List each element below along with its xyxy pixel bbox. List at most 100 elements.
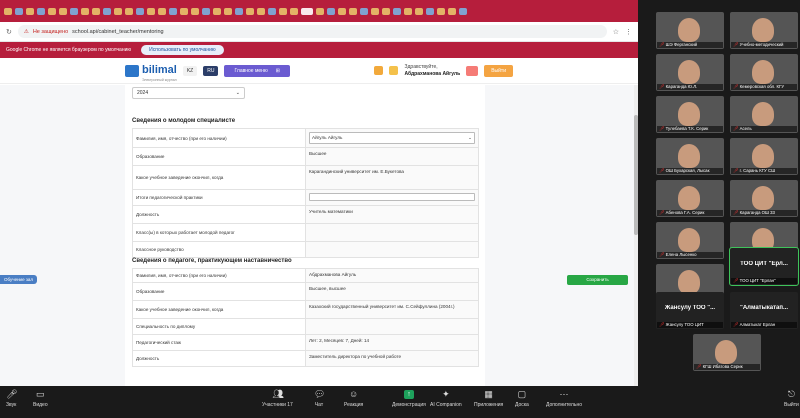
lang-ru-button[interactable]: RU (203, 65, 219, 76)
message-icon[interactable] (389, 66, 399, 75)
leave-label: Выйти (784, 402, 799, 408)
tab-icon[interactable] (92, 7, 100, 15)
tab-icon[interactable] (415, 7, 423, 15)
main-menu-button[interactable]: Главное меню ⊞ (224, 64, 290, 77)
tab-icon[interactable] (114, 7, 122, 15)
page-scrollbar[interactable] (634, 85, 638, 386)
url-field[interactable]: ⚠ Не защищено school.api/cabinet_teacher… (17, 25, 607, 38)
tab-icon[interactable] (371, 7, 379, 15)
participant-tile[interactable]: 🎤︎ КГШ Ибатова Серик (693, 334, 761, 371)
chat-button[interactable]: 💬︎ Чат (314, 390, 325, 409)
tab-icon[interactable] (81, 7, 89, 15)
active-tab[interactable] (301, 7, 313, 15)
tab-icon[interactable] (257, 7, 265, 15)
tab-icon[interactable] (437, 7, 445, 15)
participant-name: 🎤︎ Елена Лысенко (657, 252, 723, 258)
tab-icon[interactable] (59, 7, 67, 15)
tab-icon[interactable] (448, 7, 456, 15)
tab-icon[interactable] (48, 7, 56, 15)
tab-icon[interactable] (338, 7, 346, 15)
participant-tile[interactable]: 🎤︎ ШЭ Ферганский (656, 12, 724, 49)
tab-icon[interactable] (404, 7, 412, 15)
video-button[interactable]: ▭ Видео (33, 390, 48, 409)
reload-icon[interactable]: ↻ (6, 28, 12, 36)
notification-icon[interactable] (374, 66, 384, 75)
more-button[interactable]: ⋯ Дополнительно (546, 390, 582, 409)
participant-name: 🎤︎ ШЭ Ферганский (657, 42, 723, 48)
tab-icon[interactable] (426, 7, 434, 15)
browser-tab-strip (0, 0, 638, 22)
year-select[interactable]: 2024 ⌄ (132, 87, 245, 99)
participant-tile[interactable]: 🎤︎ Кемеровская обл. КГУ (730, 54, 798, 91)
left-side-badge[interactable]: Обучение зал (0, 275, 38, 284)
notice-text: Google Chrome не является браузером по у… (6, 47, 132, 53)
menu-dots-icon[interactable]: ⋮ (625, 28, 632, 36)
ai-companion-button[interactable]: ✦ AI Companion (430, 390, 462, 409)
tab-icon[interactable] (459, 7, 467, 15)
tab-icon[interactable] (268, 7, 276, 15)
tab-icon[interactable] (393, 7, 401, 15)
set-default-button[interactable]: Использовать по умолчанию (141, 45, 224, 55)
star-icon[interactable]: ☆ (613, 28, 619, 36)
participant-tile[interactable]: 🎤︎ Караганда Ю.Л. (656, 54, 724, 91)
tab-icon[interactable] (37, 7, 45, 15)
tab-icon[interactable] (125, 7, 133, 15)
tab-icon[interactable] (360, 7, 368, 15)
fio-select[interactable]: Айгуль Айгуль ⌄ (309, 132, 475, 144)
tab-icon[interactable] (70, 7, 78, 15)
tab-icon[interactable] (202, 7, 210, 15)
participant-name: 🎤︎ Алматыкат Ерлан (731, 322, 797, 328)
practice-results-input[interactable] (309, 193, 475, 201)
apps-button[interactable]: ▦ Приложения (474, 390, 503, 409)
logout-button[interactable]: Выйти (484, 64, 513, 77)
participant-tile[interactable]: 🎤︎ Караганда ОШ 33 (730, 180, 798, 217)
participant-name: 🎤︎ Тулебаева Т.К. Серик (657, 126, 723, 132)
participant-tile[interactable]: "Алматыкатап... 🎤︎ Алматыкат Ерлан (730, 292, 798, 329)
audio-button[interactable]: 🎤︎ Звук (6, 390, 18, 409)
tab-icon[interactable] (15, 7, 23, 15)
tab-icon[interactable] (235, 7, 243, 15)
participant-tile[interactable]: 🎤︎ ОШ Бухарская, Лысак (656, 138, 724, 175)
participant-tile[interactable]: 🎤︎ г. Сарань КГУ СШ (730, 138, 798, 175)
save-button[interactable]: Сохранить (567, 275, 628, 285)
tab-icon[interactable] (349, 7, 357, 15)
avatar[interactable] (466, 65, 479, 76)
participant-tile[interactable]: 🎤︎ Тулебаева Т.К. Серик (656, 96, 724, 133)
tab-icon[interactable] (246, 7, 254, 15)
tab-icon[interactable] (147, 7, 155, 15)
table-row: Должность Заместитель директора по учебн… (132, 350, 479, 367)
tab-icon[interactable] (290, 7, 298, 15)
bilimal-logo[interactable]: bilimal Электронный журнал (125, 60, 177, 82)
participant-tile[interactable]: 🎤︎ Елена Лысенко (656, 222, 724, 259)
participant-tile[interactable]: 🎤︎ Асель (730, 96, 798, 133)
participant-name: 🎤︎ г. Сарань КГУ СШ (731, 168, 797, 174)
tab-icon[interactable] (169, 7, 177, 15)
scrollbar-thumb[interactable] (634, 115, 638, 235)
field-value: Айгуль Айгуль ⌄ (305, 128, 479, 148)
react-button[interactable]: ☺ Реакция (344, 390, 363, 409)
tab-icon[interactable] (316, 7, 324, 15)
tab-icon[interactable] (327, 7, 335, 15)
tab-icon[interactable] (224, 7, 232, 15)
tab-icon[interactable] (180, 7, 188, 15)
share-screen-button[interactable]: ↑ Демонстрация (392, 390, 426, 408)
tab-icon[interactable] (103, 7, 111, 15)
tab-icon[interactable] (158, 7, 166, 15)
tab-icon[interactable] (279, 7, 287, 15)
lang-kz-button[interactable]: KZ (182, 65, 198, 76)
participant-tile-active-speaker[interactable]: ТОО ЦИТ "Ерл... 🎤︎ ТОО ЦИТ "Ерлан" (729, 247, 799, 286)
participant-tile[interactable]: 🎤︎ Учебно-методический (730, 12, 798, 49)
tab-icon[interactable] (191, 7, 199, 15)
participant-tile[interactable]: Жансулу ТОО "... 🎤︎ Жансулу ТОО ЦИТ (656, 292, 724, 329)
tab-icon[interactable] (4, 7, 12, 15)
leave-button[interactable]: ⎋ Выйти (784, 390, 799, 409)
whiteboard-button[interactable]: ▢ Доска (515, 390, 529, 409)
tab-icon[interactable] (213, 7, 221, 15)
app-header: bilimal Электронный журнал KZ RU Главное… (0, 58, 638, 84)
tab-icon[interactable] (26, 7, 34, 15)
tab-icon[interactable] (136, 7, 144, 15)
participants-button[interactable]: 👥︎ Участники 17 (262, 390, 293, 409)
user-block[interactable]: Здравствуйте, Абдрахманова Айгуль (404, 64, 460, 77)
participant-tile[interactable]: 🎤︎ Абенова Г.А. Серик (656, 180, 724, 217)
tab-icon[interactable] (382, 7, 390, 15)
